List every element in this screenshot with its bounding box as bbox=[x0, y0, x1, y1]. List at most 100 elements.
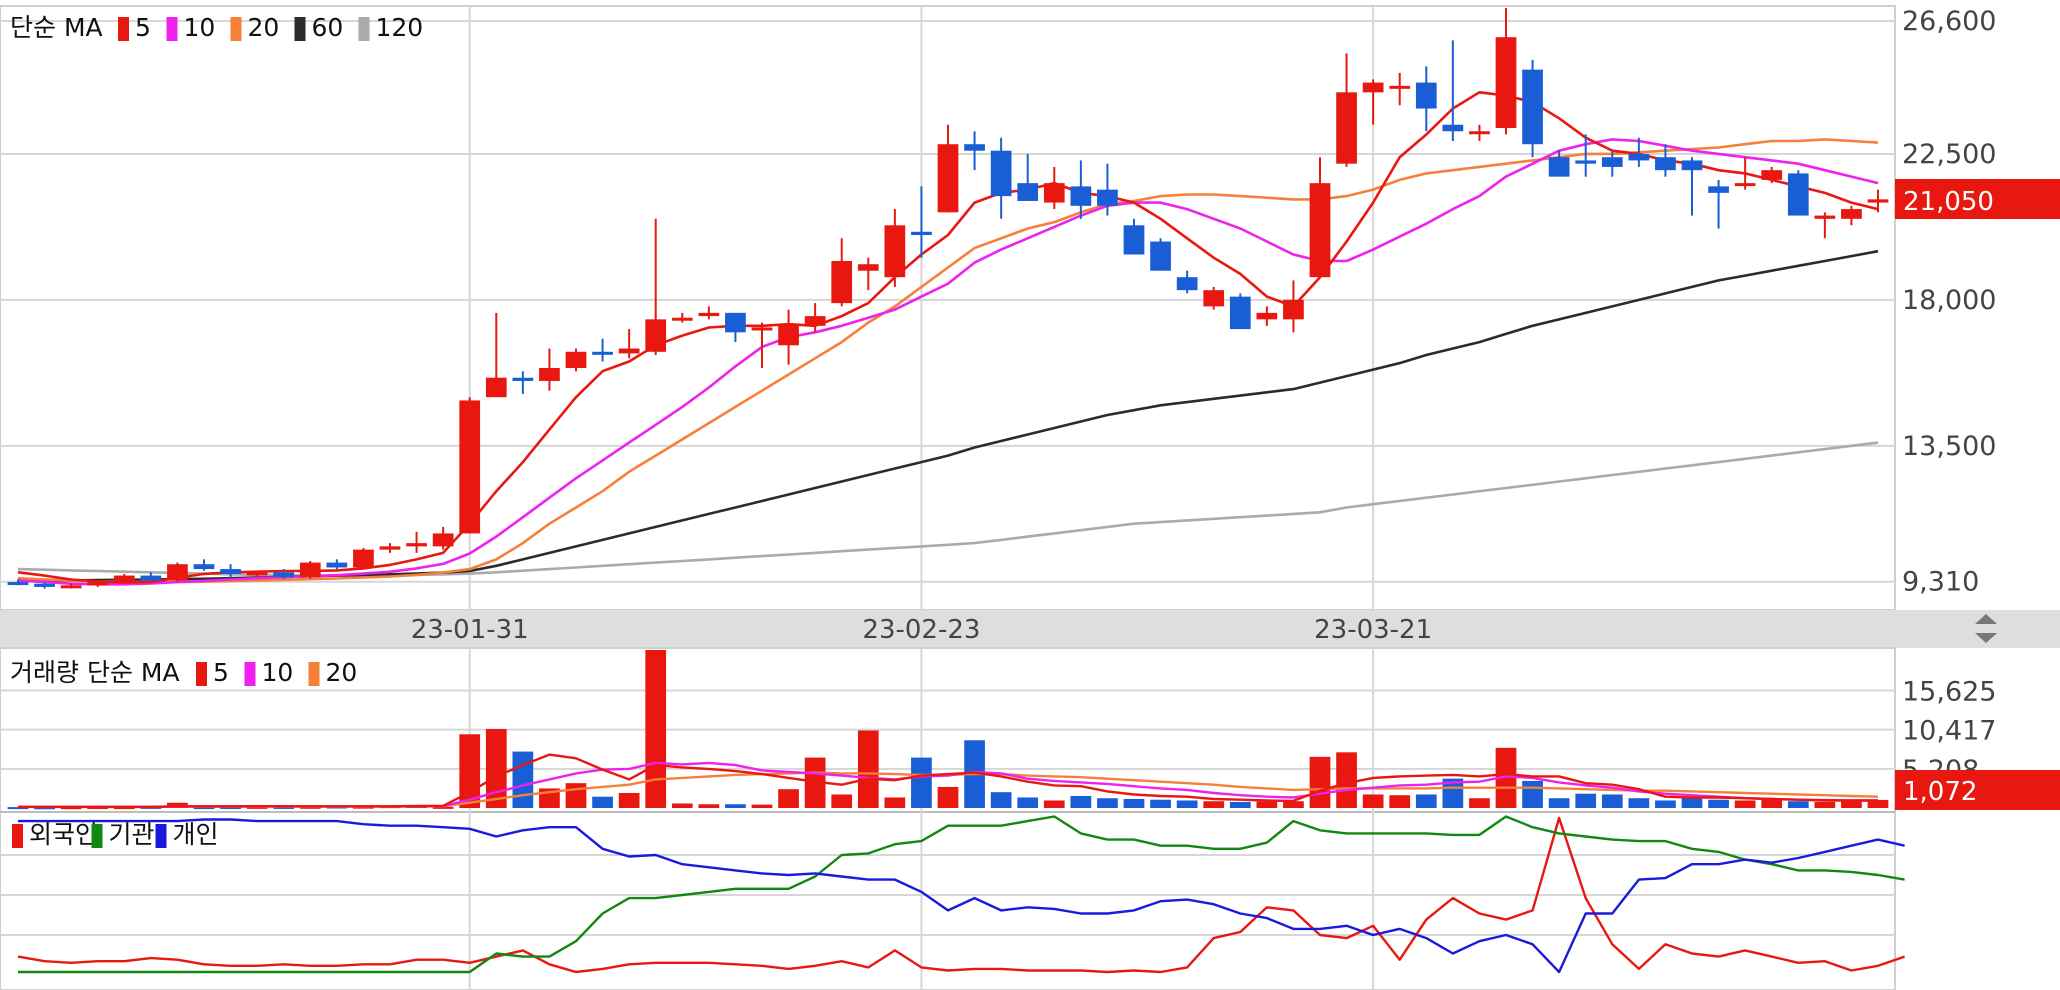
price-tick-label: 18,000 bbox=[1902, 285, 1996, 316]
candle-body bbox=[1867, 199, 1889, 203]
volume-tick-label: 15,625 bbox=[1902, 676, 1996, 707]
candle-body bbox=[379, 546, 401, 550]
candle bbox=[299, 560, 321, 579]
candle bbox=[671, 312, 693, 323]
candle bbox=[1787, 170, 1809, 216]
volume-bar bbox=[1362, 794, 1384, 808]
candle-body bbox=[485, 377, 507, 398]
candle bbox=[911, 186, 932, 258]
legend-item: 60 bbox=[294, 13, 344, 42]
legend-swatch bbox=[294, 17, 306, 41]
volume-bar bbox=[1389, 795, 1411, 808]
candle bbox=[1283, 280, 1304, 333]
legend-label: 60 bbox=[312, 13, 344, 42]
volume-bar bbox=[592, 796, 613, 808]
candle-body bbox=[1495, 37, 1517, 128]
legend-item: 외국인 bbox=[12, 820, 98, 849]
legend-item: 120 bbox=[358, 13, 423, 42]
volume-bar bbox=[485, 729, 507, 808]
price-legend-title: 단순 MA bbox=[10, 13, 103, 42]
volume-bar bbox=[937, 786, 959, 808]
candle bbox=[592, 338, 613, 362]
candle bbox=[831, 238, 853, 307]
candle bbox=[804, 303, 826, 333]
candlesticks bbox=[7, 8, 1889, 589]
candle bbox=[1362, 79, 1384, 125]
candle bbox=[645, 218, 667, 356]
candle-body bbox=[1628, 153, 1650, 161]
candle-body bbox=[937, 144, 959, 213]
volume-bar bbox=[618, 792, 640, 808]
investor-legend[interactable]: 외국인 기관 개인 bbox=[12, 820, 219, 849]
stock-chart[interactable]: 26,600 22,500 18,000 13,500 9,310 15,625 10,4… bbox=[0, 0, 2060, 990]
legend-label: 5 bbox=[213, 658, 229, 687]
volume-bar bbox=[1017, 797, 1039, 808]
legend-swatch bbox=[308, 662, 320, 686]
candle bbox=[1336, 53, 1357, 167]
candle-body bbox=[113, 575, 135, 583]
candle bbox=[565, 348, 587, 372]
volume-bar bbox=[1655, 800, 1676, 808]
candle bbox=[1867, 189, 1889, 213]
candle bbox=[1256, 306, 1278, 326]
candle-body bbox=[432, 533, 454, 547]
volume-ma-legend[interactable]: 거래량 단순 MA 5 10 20 bbox=[10, 658, 357, 687]
legend-swatch bbox=[155, 824, 167, 848]
candle-body bbox=[1415, 82, 1437, 109]
candle-body bbox=[1150, 241, 1171, 271]
candle-body bbox=[60, 585, 82, 589]
price-tick-label: 22,500 bbox=[1902, 139, 1996, 170]
candle-body bbox=[804, 316, 826, 326]
legend-label: 10 bbox=[262, 658, 294, 687]
candle-body bbox=[246, 572, 268, 576]
volume-legend-title: 거래량 단순 MA bbox=[10, 658, 180, 687]
candle bbox=[698, 306, 720, 320]
candle bbox=[1681, 157, 1703, 216]
volume-bar bbox=[1734, 800, 1756, 808]
candle-body bbox=[1681, 160, 1703, 171]
volume-bar bbox=[645, 650, 667, 808]
candle-body bbox=[751, 327, 773, 331]
candle-body bbox=[539, 368, 560, 381]
candle bbox=[406, 531, 427, 553]
volume-bar bbox=[1336, 752, 1357, 808]
candle bbox=[1522, 59, 1543, 158]
candle-body bbox=[778, 324, 799, 346]
legend-label: 20 bbox=[248, 13, 280, 42]
volume-bar bbox=[1787, 801, 1809, 808]
legend-label: 개인 bbox=[173, 820, 219, 849]
chart-canvas[interactable]: 26,600 22,500 18,000 13,500 9,310 15,625 10,4… bbox=[0, 0, 2060, 990]
candle-body bbox=[911, 231, 932, 236]
date-tick-label: 23-02-23 bbox=[862, 615, 980, 645]
legend-swatch bbox=[91, 824, 103, 848]
candle bbox=[1017, 153, 1039, 201]
candle-body bbox=[831, 260, 853, 304]
candle-body bbox=[1761, 170, 1783, 180]
volume-bar bbox=[1150, 799, 1171, 808]
legend-item: 기관 bbox=[91, 820, 155, 849]
candle bbox=[485, 312, 507, 398]
candle bbox=[459, 397, 481, 534]
volume-bar bbox=[1256, 801, 1278, 808]
candle-body bbox=[1256, 312, 1278, 320]
volume-bar bbox=[698, 804, 720, 808]
candle-body bbox=[1362, 82, 1384, 93]
volume-bar bbox=[1097, 798, 1118, 808]
price-tick-label: 9,310 bbox=[1902, 567, 1979, 598]
legend-swatch bbox=[166, 17, 178, 41]
volume-bar bbox=[1283, 801, 1304, 808]
volume-bar bbox=[1203, 801, 1225, 808]
candle-body bbox=[1814, 215, 1836, 219]
candle-body bbox=[406, 543, 427, 547]
legend-item: 5 bbox=[118, 13, 151, 42]
candle-body bbox=[1734, 183, 1756, 187]
candle bbox=[990, 137, 1012, 219]
candle bbox=[1309, 157, 1331, 278]
candle-body bbox=[1601, 157, 1623, 167]
candle bbox=[512, 371, 534, 394]
price-ma-legend[interactable]: 단순 MA 5 10 20 60 120 bbox=[10, 13, 423, 42]
candle-body bbox=[671, 317, 693, 321]
candle-body bbox=[592, 351, 613, 355]
candle-body bbox=[1708, 186, 1729, 193]
volume-bar bbox=[1309, 756, 1331, 808]
